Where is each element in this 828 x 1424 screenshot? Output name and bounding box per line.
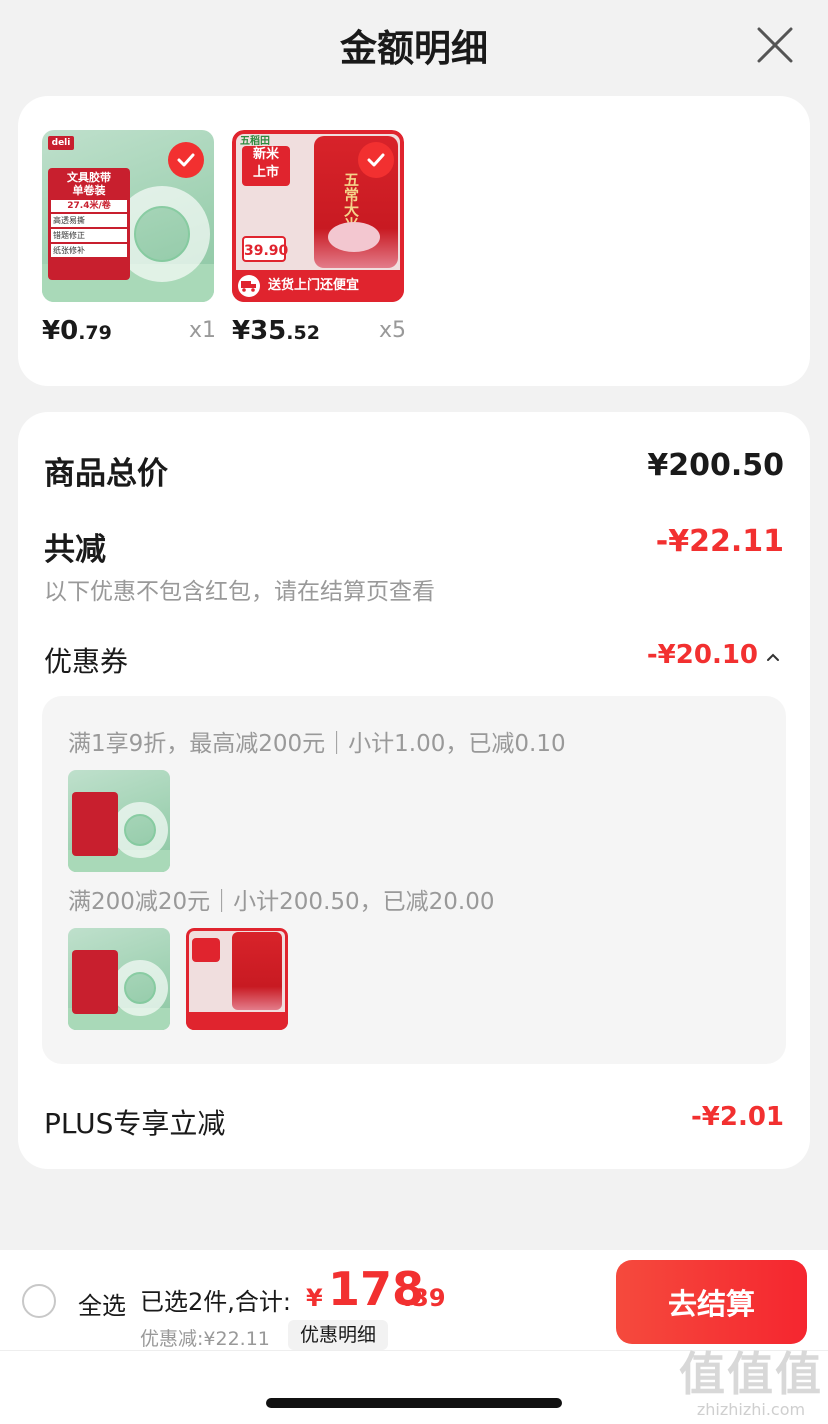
- coupon-rule: 满1享9折，最高减200元｜小计1.00，已减0.10: [68, 731, 566, 757]
- coupon-rule: 满200减20元｜小计200.50，已减20.00: [68, 889, 495, 915]
- selected-check-icon[interactable]: [358, 142, 394, 178]
- chevron-up-icon[interactable]: [766, 652, 780, 662]
- coupon-product-thumb-tape: [68, 928, 170, 1030]
- new-badge: 新米 上市: [242, 146, 290, 186]
- product-price: ¥0.79: [42, 316, 112, 346]
- total-currency: ¥: [306, 1284, 323, 1312]
- coupon-product-thumb-rice: [186, 928, 288, 1030]
- selected-check-icon[interactable]: [168, 142, 204, 178]
- coupon-value-group[interactable]: -¥20.10: [647, 640, 784, 670]
- page-title: 金额明细: [340, 27, 488, 70]
- checkout-bar: 全选 已选2件,合计: ¥ 178 .39 优惠减:¥22.11 优惠明细 去结…: [0, 1250, 828, 1424]
- total-amount-decimal: .39: [403, 1284, 446, 1312]
- product-price-row: ¥35.52 x5: [232, 316, 406, 356]
- coupon-row[interactable]: 优惠券 -¥20.10: [44, 640, 784, 680]
- brand-logo: 五稻田: [240, 136, 270, 147]
- total-reduce-row: 共减 -¥22.11: [44, 524, 784, 568]
- product-item-tape[interactable]: deli 文具胶带 单卷装 27.4米/卷 高透易撕 错题修正 纸张修补 ¥0.…: [42, 130, 216, 346]
- truck-icon: [238, 275, 260, 297]
- product-quantity: x5: [378, 318, 406, 343]
- total-price-row: 商品总价 ¥200.50: [44, 448, 784, 492]
- total-reduce-value: -¥22.11: [655, 524, 784, 559]
- amount-details-card: 商品总价 ¥200.50 共减 -¥22.11 以下优惠不包含红包，请在结算页查…: [18, 412, 810, 1169]
- product-image-rice[interactable]: 五稻田 新米 上市 五常大米 39.90 送货上门还便宜: [232, 130, 404, 302]
- coupon-details-panel: 满1享9折，最高减200元｜小计1.00，已减0.10 满200减20元｜小计2…: [42, 696, 786, 1064]
- coupon-product-thumb-tape: [68, 770, 170, 872]
- discount-summary: 优惠减:¥22.11: [140, 1328, 270, 1350]
- promo-price-tag: 39.90: [242, 236, 288, 262]
- watermark: 值值值 zhizhizhi.com: [679, 1347, 823, 1419]
- discount-details-button[interactable]: 优惠明细: [288, 1320, 389, 1350]
- modal-header: 金额明细: [0, 0, 828, 90]
- reduce-note: 以下优惠不包含红包，请在结算页查看: [44, 579, 435, 605]
- total-price-value: ¥200.50: [647, 448, 784, 483]
- plus-discount-row: PLUS专享立减 -¥2.01: [44, 1102, 784, 1142]
- brand-logo: deli: [48, 136, 74, 150]
- select-all-radio[interactable]: [22, 1284, 56, 1318]
- product-image-tape[interactable]: deli 文具胶带 单卷装 27.4米/卷 高透易撕 错题修正 纸张修补: [42, 130, 214, 302]
- product-label: 文具胶带 单卷装 27.4米/卷 高透易撕 错题修正 纸张修补: [48, 168, 130, 280]
- select-all-label[interactable]: 全选: [78, 1286, 126, 1321]
- plus-discount-value: -¥2.01: [690, 1102, 784, 1132]
- home-indicator: [266, 1398, 562, 1408]
- products-card: deli 文具胶带 单卷装 27.4米/卷 高透易撕 错题修正 纸张修补 ¥0.…: [18, 96, 810, 386]
- product-quantity: x1: [188, 318, 216, 343]
- product-item-rice[interactable]: 五稻田 新米 上市 五常大米 39.90 送货上门还便宜 ¥35.52 x5: [232, 130, 406, 346]
- coupon-label: 优惠券: [44, 645, 129, 678]
- plus-discount-label: PLUS专享立减: [44, 1107, 226, 1140]
- selected-count: 已选2件,合计:: [140, 1288, 291, 1316]
- product-price: ¥35.52: [232, 316, 320, 346]
- checkout-button[interactable]: 去结算: [616, 1260, 807, 1344]
- close-button[interactable]: [754, 24, 796, 66]
- coupon-value: -¥20.10: [646, 640, 758, 670]
- total-price-label: 商品总价: [44, 456, 168, 492]
- close-icon: [757, 27, 793, 63]
- total-reduce-label: 共减: [44, 532, 106, 568]
- product-price-row: ¥0.79 x1: [42, 316, 216, 356]
